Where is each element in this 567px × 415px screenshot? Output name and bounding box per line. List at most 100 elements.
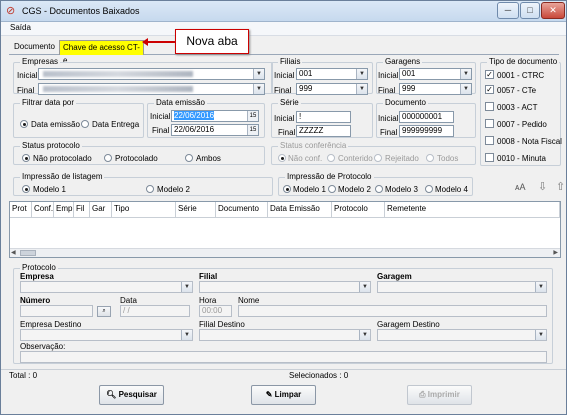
checkbox-minuta[interactable] bbox=[485, 153, 494, 162]
observacao-input[interactable] bbox=[20, 351, 547, 363]
checkbox-cte[interactable]: ✓ bbox=[485, 85, 494, 94]
filial-inicial-select[interactable]: 001 ▼ bbox=[296, 68, 368, 80]
protocolo-empresa-select[interactable]: ▼ bbox=[20, 281, 193, 293]
pesquisar-button[interactable]: 🔍︎ Pesquisar bbox=[99, 385, 164, 405]
chevron-down-icon[interactable]: ▼ bbox=[181, 330, 192, 340]
column-header[interactable]: Emp bbox=[54, 202, 74, 218]
chevron-down-icon[interactable]: ▼ bbox=[535, 330, 546, 340]
radio-conferido-label: Conterido bbox=[338, 154, 373, 163]
radio-nao-protocolado[interactable] bbox=[22, 154, 30, 162]
chevron-down-icon[interactable]: ▼ bbox=[356, 69, 367, 79]
radio-data-entrega[interactable] bbox=[81, 120, 89, 128]
filial-final-select[interactable]: 999 ▼ bbox=[296, 83, 368, 95]
maximize-button[interactable]: □ bbox=[520, 2, 540, 19]
column-header[interactable]: Remetente bbox=[385, 202, 560, 218]
data-emissao-final-input[interactable]: 22/06/2016 15 bbox=[171, 124, 259, 136]
column-header[interactable]: Série bbox=[176, 202, 216, 218]
data-emissao-inicial-input[interactable]: 22/06/2016 15 bbox=[171, 110, 259, 122]
serie-final-input[interactable]: ZZZZZ bbox=[296, 125, 351, 137]
radio-ambos[interactable] bbox=[185, 154, 193, 162]
checkbox-ctrc[interactable]: ✓ bbox=[485, 70, 494, 79]
limpar-button[interactable]: ✎ Limpar bbox=[251, 385, 316, 405]
chevron-down-icon[interactable]: ▼ bbox=[460, 84, 471, 94]
garagem-inicial-select[interactable]: 001 ▼ bbox=[399, 68, 472, 80]
nome-input[interactable] bbox=[238, 305, 547, 317]
empresa-destino-label: Empresa Destino bbox=[20, 320, 82, 329]
search-icon[interactable]: ⌕ bbox=[97, 306, 111, 317]
garagem-final-select[interactable]: 999 ▼ bbox=[399, 83, 472, 95]
calendar-icon[interactable]: 15 bbox=[247, 111, 258, 121]
checkbox-pedido[interactable] bbox=[485, 119, 494, 128]
protocolo-garagem-select[interactable]: ▼ bbox=[377, 281, 547, 293]
garagens-title: Garagens bbox=[383, 57, 423, 66]
data-input[interactable]: / / bbox=[120, 305, 190, 317]
menu-saida[interactable]: Saída bbox=[10, 23, 31, 32]
chevron-down-icon[interactable]: ▼ bbox=[535, 282, 546, 292]
radio-rejeitado[interactable] bbox=[374, 154, 382, 162]
scroll-right-icon[interactable]: ▶ bbox=[553, 249, 558, 256]
calendar-icon[interactable]: 15 bbox=[247, 125, 258, 135]
empresa-inicial-select[interactable]: ▼ bbox=[38, 68, 265, 80]
font-size-icon[interactable]: ᴀA bbox=[515, 182, 525, 192]
column-header[interactable]: Tipo bbox=[112, 202, 176, 218]
garagem-destino-select[interactable]: ▼ bbox=[377, 329, 547, 341]
hora-input[interactable]: 00:00 bbox=[199, 305, 232, 317]
scroll-thumb[interactable] bbox=[20, 250, 36, 256]
column-header[interactable]: Prot bbox=[10, 202, 32, 218]
serie-inicial-input[interactable]: ! bbox=[296, 111, 351, 123]
column-header[interactable]: Fil bbox=[74, 202, 90, 218]
filial-final-value: 999 bbox=[299, 84, 313, 93]
checkbox-nota-fiscal-label: 0008 - Nota Fiscal bbox=[497, 137, 562, 146]
radio-protocolo-modelo-4[interactable] bbox=[425, 185, 433, 193]
tab-chave-acesso-cte[interactable]: Chave de acesso CT-e bbox=[59, 40, 144, 65]
radio-nao-conf[interactable] bbox=[278, 154, 286, 162]
title-bar: ⊘ CGS - Documentos Baixados ─ □ ✕ bbox=[1, 1, 566, 22]
column-header[interactable]: Protocolo bbox=[332, 202, 385, 218]
documento-final-input[interactable]: 999999999 bbox=[399, 125, 454, 137]
radio-listagem-modelo-2[interactable] bbox=[146, 185, 154, 193]
checkbox-nota-fiscal[interactable] bbox=[485, 136, 494, 145]
documento-inicial-input[interactable]: 000000001 bbox=[399, 111, 454, 123]
scroll-left-icon[interactable]: ◀ bbox=[11, 249, 16, 256]
radio-protocolo-modelo-3[interactable] bbox=[375, 185, 383, 193]
radio-conferido[interactable] bbox=[327, 154, 335, 162]
data-emissao-final-value: 22/06/2016 bbox=[174, 125, 215, 134]
eraser-icon: ✎ bbox=[265, 390, 275, 399]
radio-protocolo-modelo-2[interactable] bbox=[328, 185, 336, 193]
tab-documento[interactable]: Documento bbox=[11, 40, 61, 55]
garagem-final-value: 999 bbox=[402, 84, 416, 93]
radio-protocolo-modelo-1[interactable] bbox=[283, 185, 291, 193]
radio-todos[interactable] bbox=[426, 154, 434, 162]
column-header[interactable]: Gar bbox=[90, 202, 112, 218]
radio-nao-conf-label: Não conf. bbox=[288, 154, 323, 163]
chevron-down-icon[interactable]: ▼ bbox=[356, 84, 367, 94]
column-header[interactable]: Documento bbox=[216, 202, 268, 218]
close-button[interactable]: ✕ bbox=[541, 2, 565, 19]
chevron-down-icon[interactable]: ▼ bbox=[253, 69, 264, 79]
chevron-down-icon[interactable]: ▼ bbox=[359, 282, 370, 292]
numero-input[interactable] bbox=[20, 305, 93, 317]
filial-destino-select[interactable]: ▼ bbox=[199, 329, 371, 341]
menu-bar: Saída bbox=[1, 22, 566, 36]
radio-protocolado[interactable] bbox=[104, 154, 112, 162]
documents-table[interactable]: Prot Conf. Emp Fil Gar Tipo Série Docume… bbox=[9, 201, 561, 258]
empresa-final-select[interactable]: ▼ bbox=[38, 83, 265, 95]
minimize-button[interactable]: ─ bbox=[497, 2, 519, 19]
radio-data-emissao[interactable] bbox=[20, 120, 28, 128]
tab-bar: Documento Chave de acesso CT-e bbox=[9, 38, 559, 65]
column-header[interactable]: Conf. bbox=[32, 202, 54, 218]
chevron-down-icon[interactable]: ▼ bbox=[181, 282, 192, 292]
arrow-down-icon[interactable]: ⇩ bbox=[538, 180, 547, 193]
arrow-up-icon[interactable]: ⇧ bbox=[556, 180, 565, 193]
chevron-down-icon[interactable]: ▼ bbox=[253, 84, 264, 94]
chevron-down-icon[interactable]: ▼ bbox=[359, 330, 370, 340]
data-emissao-final-label: Final bbox=[152, 126, 170, 135]
checkbox-act[interactable] bbox=[485, 102, 494, 111]
empresa-destino-select[interactable]: ▼ bbox=[20, 329, 193, 341]
radio-listagem-modelo-1[interactable] bbox=[22, 185, 30, 193]
protocolo-filial-select[interactable]: ▼ bbox=[199, 281, 371, 293]
column-header[interactable]: Data Emissão bbox=[268, 202, 332, 218]
horizontal-scrollbar[interactable]: ◀ ▶ bbox=[10, 248, 560, 257]
chevron-down-icon[interactable]: ▼ bbox=[460, 69, 471, 79]
imprimir-button[interactable]: ⎙ Imprimir bbox=[407, 385, 472, 405]
